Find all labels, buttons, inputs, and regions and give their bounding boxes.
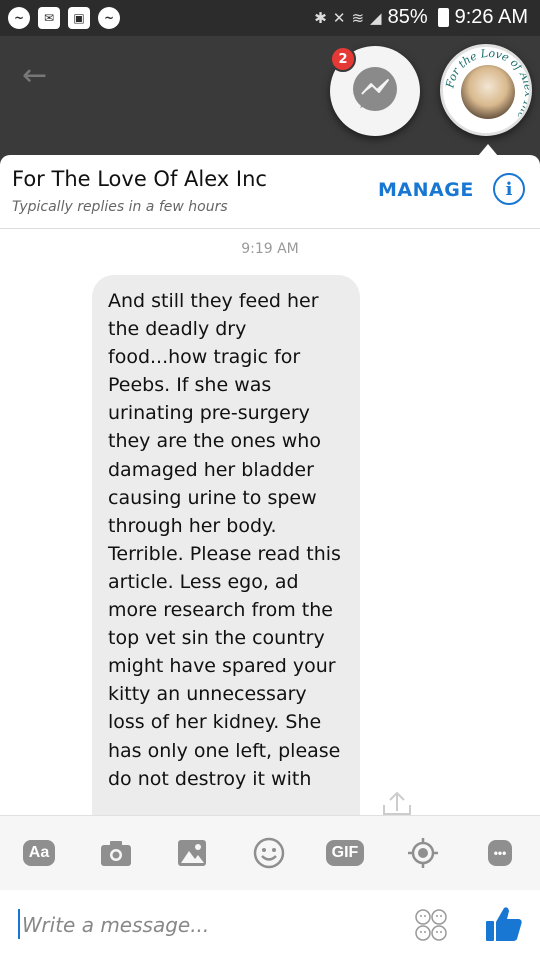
image-icon (178, 840, 206, 866)
location-icon (408, 838, 438, 868)
wifi-icon: ≋ (351, 9, 365, 27)
conversation-header: For The Love Of Alex Inc Typically repli… (0, 155, 540, 229)
cat-photo (461, 65, 515, 119)
messenger-icon: ~ (98, 7, 120, 29)
back-arrow-icon[interactable]: ← (22, 58, 47, 93)
location-button[interactable] (403, 836, 443, 870)
mute-icon: ✕ (332, 9, 346, 27)
emoji-icon[interactable] (414, 908, 448, 942)
smiley-icon (253, 837, 285, 869)
message-input[interactable] (22, 906, 392, 944)
signal-icon: ◢ (370, 9, 382, 27)
info-icon[interactable]: i (493, 173, 525, 205)
gif-button[interactable]: GIF (325, 836, 365, 870)
notification-icons: ~ ✉ ▣ ~ (8, 7, 120, 29)
text-cursor (18, 909, 20, 939)
text-style-button[interactable]: Aa (19, 836, 59, 870)
gallery-icon: ▣ (68, 7, 90, 29)
aa-label: Aa (22, 840, 56, 866)
sticker-button[interactable] (249, 836, 289, 870)
message-list[interactable]: 9:19 AM And still they feed her the dead… (0, 229, 540, 815)
messenger-icon (353, 67, 397, 111)
mail-icon: ✉ (38, 7, 60, 29)
gif-label: GIF (325, 840, 365, 866)
composer-toolbar: Aa GIF ••• (0, 816, 540, 890)
status-bar: ~ ✉ ▣ ~ ✱ ✕ ≋ ◢ 85% 9:26 AM (0, 0, 540, 36)
more-button[interactable]: ••• (480, 836, 520, 870)
share-icon[interactable] (380, 789, 414, 815)
message-text: And still they feed her the deadly dry f… (108, 290, 341, 790)
camera-button[interactable] (96, 836, 136, 870)
clock: 9:26 AM (454, 6, 528, 28)
message-bubble[interactable]: And still they feed her the deadly dry f… (92, 275, 360, 815)
message-input-row (0, 890, 540, 960)
message-timestamp: 9:19 AM (241, 241, 299, 257)
gallery-button[interactable] (172, 836, 212, 870)
unread-badge: 2 (330, 46, 356, 72)
response-time: Typically replies in a few hours (12, 199, 228, 215)
bluetooth-icon: ✱ (314, 9, 327, 27)
more-label: ••• (487, 840, 513, 866)
page-title: For The Love Of Alex Inc (12, 167, 267, 191)
status-indicators: ✱ ✕ ≋ ◢ 85% 9:26 AM (314, 6, 528, 29)
alex-chat-head[interactable]: For the Love of Alex Inc (440, 44, 532, 136)
composer: Aa GIF ••• Write a message... (0, 815, 540, 960)
battery-icon (437, 8, 449, 27)
thumbs-up-icon[interactable] (484, 904, 524, 944)
manage-button[interactable]: MANAGE (378, 179, 474, 201)
camera-icon (101, 841, 131, 866)
chat-heads-area: ← 2 For the Love of Alex Inc (0, 36, 540, 156)
messenger-icon: ~ (8, 7, 30, 29)
battery-percent: 85% (387, 6, 428, 28)
